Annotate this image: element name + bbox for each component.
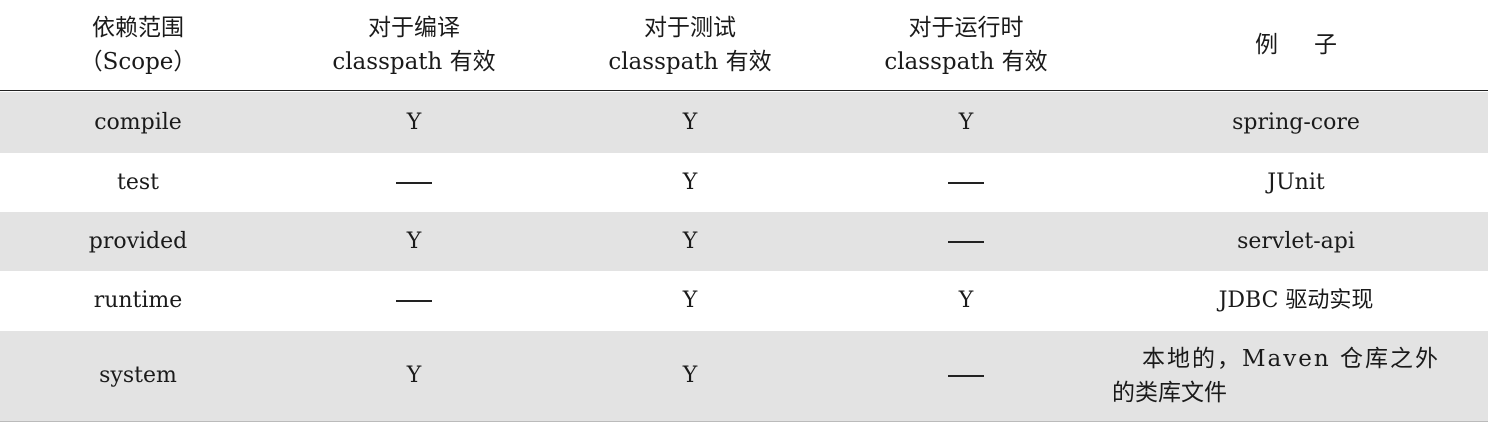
cell-test: Y [682, 363, 698, 388]
cell-test: Y [682, 169, 698, 195]
maven-dependency-scope-table: 依赖范围 （Scope） 对于编译 classpath 有效 对于测试 clas… [0, 0, 1488, 422]
cell-example: JDBC 驱动实现 [1218, 288, 1374, 313]
cell-compile [276, 153, 552, 212]
header-runtime-classpath: 对于运行时 classpath 有效 [828, 0, 1104, 90]
table-header-row: 依赖范围 （Scope） 对于编译 classpath 有效 对于测试 clas… [0, 0, 1488, 91]
cell-scope: compile [94, 109, 182, 135]
header-test-line1: 对于测试 [644, 15, 736, 41]
cell-runtime [828, 331, 1104, 421]
header-runtime-line1: 对于运行时 [908, 15, 1024, 41]
cell-compile: Y [406, 228, 422, 254]
cell-test: Y [682, 288, 698, 313]
table-row: runtime Y Y JDBC 驱动实现 [0, 271, 1488, 331]
cell-scope: runtime [93, 288, 183, 313]
cell-example: JUnit [1267, 169, 1325, 195]
table-row: system Y Y 本地的，Maven 仓库之外 的类库文件 [0, 331, 1488, 421]
header-scope-line1: 依赖范围 [92, 15, 184, 41]
cell-runtime [828, 212, 1104, 271]
header-scope-line2: （Scope） [79, 49, 197, 75]
cell-compile-dash [396, 181, 432, 184]
table-row: compile Y Y Y spring-core [0, 92, 1488, 153]
cell-runtime: Y [958, 288, 974, 313]
cell-compile: Y [406, 109, 422, 135]
cell-example: spring-core [1232, 109, 1360, 135]
cell-compile-dash [396, 300, 432, 302]
header-runtime-line2: classpath 有效 [884, 49, 1048, 75]
cell-runtime [828, 153, 1104, 212]
cell-compile [276, 271, 552, 331]
header-example-label: 例子 [1255, 32, 1373, 58]
cell-runtime-dash [948, 375, 984, 377]
cell-scope: test [117, 169, 159, 195]
header-compile-classpath: 对于编译 classpath 有效 [276, 0, 552, 90]
header-compile-line1: 对于编译 [368, 15, 460, 41]
cell-runtime: Y [958, 109, 974, 135]
table-row: provided Y Y servlet-api [0, 212, 1488, 271]
cell-runtime-dash [948, 240, 984, 243]
header-example: 例子 [1104, 0, 1488, 90]
cell-test: Y [682, 109, 698, 135]
cell-example: servlet-api [1237, 228, 1355, 254]
cell-runtime-dash [948, 181, 984, 184]
header-compile-line2: classpath 有效 [332, 49, 496, 75]
cell-scope: provided [88, 228, 188, 254]
cell-test: Y [682, 228, 698, 254]
cell-example: 本地的，Maven 仓库之外 的类库文件 [1104, 331, 1488, 421]
cell-example-line1: 本地的，Maven 仓库之外 [1142, 346, 1440, 372]
header-scope: 依赖范围 （Scope） [0, 0, 276, 90]
header-test-line2: classpath 有效 [608, 49, 772, 75]
cell-example-multiline: 本地的，Maven 仓库之外 的类库文件 [1104, 342, 1488, 410]
cell-compile: Y [406, 363, 422, 388]
cell-scope: system [99, 363, 177, 388]
table-row: test Y JUnit [0, 153, 1488, 212]
header-test-classpath: 对于测试 classpath 有效 [552, 0, 828, 90]
cell-example-line2: 的类库文件 [1112, 380, 1227, 406]
